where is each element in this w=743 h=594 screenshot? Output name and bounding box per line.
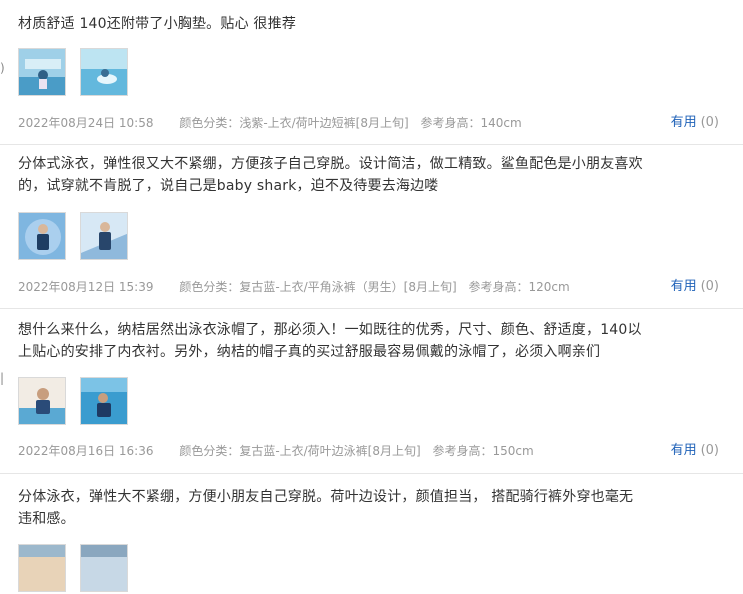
review-item: 想什么来什么，纳桔居然出泳衣泳帽了，那必须入！一如既往的优秀，尺寸、颜色、舒适度…: [0, 309, 743, 474]
review-reference-height: 参考身高：150cm: [432, 444, 534, 458]
review-color-spec: 颜色分类：复古蓝-上衣/平角泳裤（男生）[8月上旬]: [179, 280, 457, 294]
useful-button[interactable]: 有用 (0): [671, 113, 719, 133]
useful-count: (0): [700, 115, 719, 130]
review-item: 分体式泳衣，弹性很又大不紧绷，方便孩子自己穿脱。设计简洁，做工精致。鲨鱼配色是小…: [0, 145, 743, 309]
pool-photo-icon: [81, 49, 127, 95]
review-text: 分体泳衣，弹性大不紧绷，方便小朋友自己穿脱。荷叶边设计，颜值担当， 搭配骑行裤外…: [18, 486, 729, 530]
review-text-line: 想什么来什么，纳桔居然出泳衣泳帽了，那必须入！一如既往的优秀，尺寸、颜色、舒适度…: [18, 322, 642, 338]
review-photo-thumbnail[interactable]: [80, 377, 128, 425]
carousel-left-edge-icon[interactable]: ): [0, 62, 5, 74]
pool-photo-icon: [81, 378, 127, 424]
beach-photo-icon: [19, 545, 65, 591]
review-photo-thumbnail[interactable]: [18, 48, 66, 96]
review-date: 2022年08月12日 15:39: [18, 280, 154, 294]
review-photo-thumbnail[interactable]: [80, 48, 128, 96]
review-text: 材质舒适 140还附带了小胸垫。贴心 很推荐: [18, 13, 729, 35]
left-edge-marker-icon: |: [0, 371, 5, 385]
review-photo-thumbnail[interactable]: [80, 212, 128, 260]
kid-photo-icon: [19, 213, 65, 259]
review-item: 材质舒适 140还附带了小胸垫。贴心 很推荐 ) 2022年08月24日 10:…: [0, 0, 743, 145]
pool-photo-icon: [19, 49, 65, 95]
review-list: 材质舒适 140还附带了小胸垫。贴心 很推荐 ) 2022年08月24日 10:…: [0, 0, 743, 592]
review-photo-thumbnail[interactable]: [18, 377, 66, 425]
review-text: 想什么来什么，纳桔居然出泳衣泳帽了，那必须入！一如既往的优秀，尺寸、颜色、舒适度…: [18, 319, 729, 363]
review-meta: 2022年08月24日 10:58 颜色分类：浅紫-上衣/荷叶边短裤[8月上旬]…: [18, 113, 719, 133]
review-color-spec: 颜色分类：浅紫-上衣/荷叶边短裤[8月上旬]: [179, 116, 409, 130]
review-text-line: 分体式泳衣，弹性很又大不紧绷，方便孩子自己穿脱。设计简洁，做工精致。鲨鱼配色是小…: [18, 156, 643, 172]
review-photo-thumbnail[interactable]: [18, 212, 66, 260]
review-reference-height: 参考身高：120cm: [468, 280, 570, 294]
review-item: 分体泳衣，弹性大不紧绷，方便小朋友自己穿脱。荷叶边设计，颜值担当， 搭配骑行裤外…: [0, 474, 743, 592]
useful-button[interactable]: 有用 (0): [671, 277, 719, 297]
review-photo-thumbnail[interactable]: [80, 544, 128, 592]
review-text-line: 分体泳衣，弹性大不紧绷，方便小朋友自己穿脱。荷叶边设计，颜值担当， 搭配骑行裤外…: [18, 489, 634, 505]
useful-label[interactable]: 有用: [671, 115, 697, 130]
pool-photo-icon: [19, 378, 65, 424]
useful-button[interactable]: 有用 (0): [671, 441, 719, 461]
review-date: 2022年08月16日 16:36: [18, 444, 154, 458]
review-text-line: 违和感。: [18, 511, 75, 527]
useful-count: (0): [700, 443, 719, 458]
review-date: 2022年08月24日 10:58: [18, 116, 154, 130]
review-text-line: 的，试穿就不肯脱了，说自己是baby shark，迫不及待要去海边喽: [18, 178, 439, 194]
review-meta: 2022年08月16日 16:36 颜色分类：复古蓝-上衣/荷叶边泳裤[8月上旬…: [18, 441, 719, 461]
review-color-spec: 颜色分类：复古蓝-上衣/荷叶边泳裤[8月上旬]: [179, 444, 421, 458]
review-text-line: 材质舒适 140还附带了小胸垫。贴心 很推荐: [18, 16, 297, 32]
review-text-line: 上贴心的安排了内衣衬。另外，纳桔的帽子真的买过舒服最容易佩戴的泳帽了，必须入啊亲…: [18, 344, 601, 360]
kid-photo-icon: [81, 213, 127, 259]
review-reference-height: 参考身高：140cm: [420, 116, 522, 130]
review-meta: 2022年08月12日 15:39 颜色分类：复古蓝-上衣/平角泳裤（男生）[8…: [18, 277, 719, 297]
beach-photo-icon: [81, 545, 127, 591]
review-text: 分体式泳衣，弹性很又大不紧绷，方便孩子自己穿脱。设计简洁，做工精致。鲨鱼配色是小…: [18, 153, 729, 197]
useful-count: (0): [700, 279, 719, 294]
useful-label[interactable]: 有用: [671, 443, 697, 458]
review-photo-thumbnail[interactable]: [18, 544, 66, 592]
useful-label[interactable]: 有用: [671, 279, 697, 294]
